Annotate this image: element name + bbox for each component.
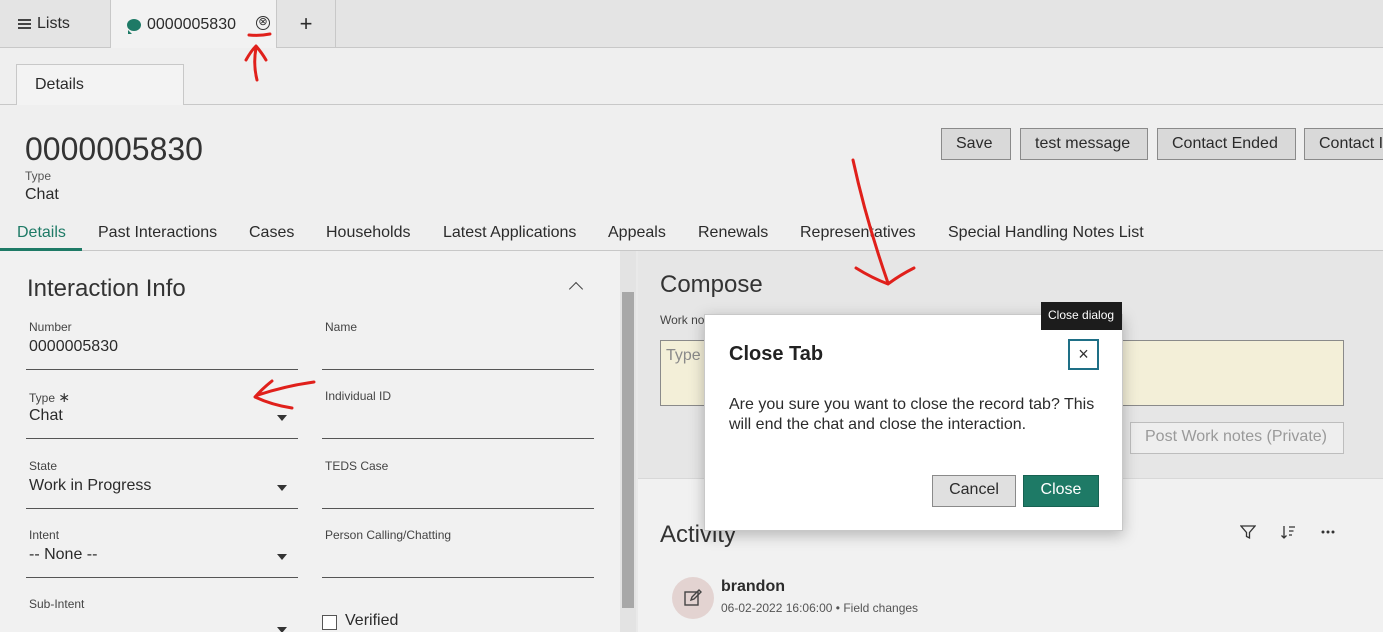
type-select[interactable]: Type ∗ Chat: [26, 389, 298, 439]
verified-label: Verified: [345, 612, 399, 629]
work-notes-placeholder: Type: [666, 347, 701, 364]
close-button[interactable]: Close: [1023, 475, 1099, 507]
tab-special-handling-notes[interactable]: Special Handling Notes List: [948, 224, 1144, 242]
record-number: 0000005830: [25, 131, 203, 167]
type-label: Type ∗: [29, 389, 71, 405]
chat-bubble-icon: [127, 18, 141, 34]
subtab-details[interactable]: Details: [16, 64, 184, 106]
individual-id-field[interactable]: Individual ID: [322, 389, 594, 439]
dialog-message: Are you sure you want to close the recor…: [729, 396, 1095, 433]
activity-meta: 06-02-2022 16:06:00 • Field changes: [721, 601, 918, 615]
save-button[interactable]: Save: [941, 128, 1011, 160]
compose-title: Compose: [660, 271, 763, 298]
intent-label: Intent: [29, 528, 60, 542]
person-calling-field[interactable]: Person Calling/Chatting: [322, 528, 594, 578]
contact-button[interactable]: Contact I: [1304, 128, 1383, 160]
field-underline: [26, 577, 298, 578]
dropdown-caret-icon: [277, 627, 287, 632]
record-header: 0000005830 Type Chat Save test message C…: [0, 105, 1383, 251]
state-label: State: [29, 459, 58, 473]
scrollbar-thumb[interactable]: [622, 292, 634, 608]
list-icon: [18, 17, 31, 31]
activity-user: brandon: [721, 578, 785, 595]
tab-latest-applications[interactable]: Latest Applications: [443, 224, 576, 242]
number-label: Number: [29, 320, 72, 334]
field-underline: [322, 369, 594, 370]
interaction-info-title: Interaction Info: [27, 275, 186, 302]
number-value: 0000005830: [29, 338, 118, 355]
dialog-title: Close Tab: [729, 343, 824, 365]
collapse-chevron-icon[interactable]: [568, 281, 584, 297]
record-type-label: Type: [25, 169, 52, 183]
record-type-value: Chat: [25, 186, 59, 203]
subtab-bar: Details: [0, 48, 1383, 106]
test-message-button[interactable]: test message: [1020, 128, 1148, 160]
activity-timestamp: 06-02-2022 16:06:00: [721, 601, 833, 615]
post-work-notes-button[interactable]: Post Work notes (Private): [1130, 422, 1344, 454]
workspace-tab-bar: Lists 0000005830 ⊗ +: [0, 0, 1383, 49]
field-underline: [26, 508, 298, 509]
sub-intent-label: Sub-Intent: [29, 597, 85, 611]
add-tab-button[interactable]: +: [277, 0, 336, 48]
field-underline: [322, 508, 594, 509]
record-nav-tabs: Details Past Interactions Cases Househol…: [0, 218, 1383, 251]
individual-id-label: Individual ID: [325, 389, 392, 403]
sort-icon[interactable]: [1280, 524, 1296, 545]
tab-details[interactable]: Details: [17, 224, 66, 242]
field-underline: [322, 577, 594, 578]
state-select[interactable]: State Work in Progress: [26, 459, 298, 509]
tab-record[interactable]: 0000005830 ⊗: [111, 0, 277, 49]
name-field[interactable]: Name: [322, 320, 594, 370]
tab-lists[interactable]: Lists: [0, 0, 111, 48]
close-tab-icon[interactable]: ⊗: [256, 16, 270, 30]
field-underline: [26, 438, 298, 439]
intent-select[interactable]: Intent -- None --: [26, 528, 298, 578]
interaction-info-panel: Interaction Info Number 0000005830 Name …: [0, 251, 620, 632]
activity-type: Field changes: [843, 601, 919, 615]
tab-renewals[interactable]: Renewals: [698, 224, 768, 242]
tab-record-label: 0000005830: [147, 15, 236, 33]
tab-past-interactions[interactable]: Past Interactions: [98, 224, 217, 242]
more-options-icon[interactable]: [1320, 524, 1336, 545]
name-label: Name: [325, 320, 358, 334]
number-field[interactable]: Number 0000005830: [26, 320, 298, 370]
tab-lists-label: Lists: [37, 15, 70, 32]
dropdown-caret-icon: [277, 554, 287, 560]
contact-ended-button[interactable]: Contact Ended: [1157, 128, 1296, 160]
cancel-button[interactable]: Cancel: [932, 475, 1016, 507]
edit-avatar-icon: [672, 577, 714, 619]
work-notes-label: Work no: [660, 313, 705, 327]
person-calling-label: Person Calling/Chatting: [325, 528, 452, 542]
dropdown-caret-icon: [277, 415, 287, 421]
intent-value: -- None --: [29, 546, 98, 563]
sub-intent-select[interactable]: Sub-Intent: [26, 597, 298, 632]
teds-case-label: TEDS Case: [325, 459, 389, 473]
teds-case-field[interactable]: TEDS Case: [322, 459, 594, 509]
meta-separator: •: [835, 601, 840, 615]
close-tab-dialog: Close Tab × Are you sure you want to clo…: [704, 314, 1123, 531]
field-underline: [26, 369, 298, 370]
dialog-close-icon[interactable]: ×: [1068, 339, 1099, 370]
tab-appeals[interactable]: Appeals: [608, 224, 666, 242]
required-icon: ∗: [58, 389, 71, 405]
tab-representatives[interactable]: Representatives: [800, 224, 916, 242]
field-underline: [322, 438, 594, 439]
state-value: Work in Progress: [29, 477, 152, 494]
filter-icon[interactable]: [1239, 524, 1257, 545]
close-dialog-tooltip: Close dialog: [1041, 302, 1122, 330]
tab-cases[interactable]: Cases: [249, 224, 294, 242]
tab-households[interactable]: Households: [326, 224, 411, 242]
dropdown-caret-icon: [277, 485, 287, 491]
verified-checkbox[interactable]: [322, 615, 337, 630]
type-value: Chat: [29, 407, 63, 424]
